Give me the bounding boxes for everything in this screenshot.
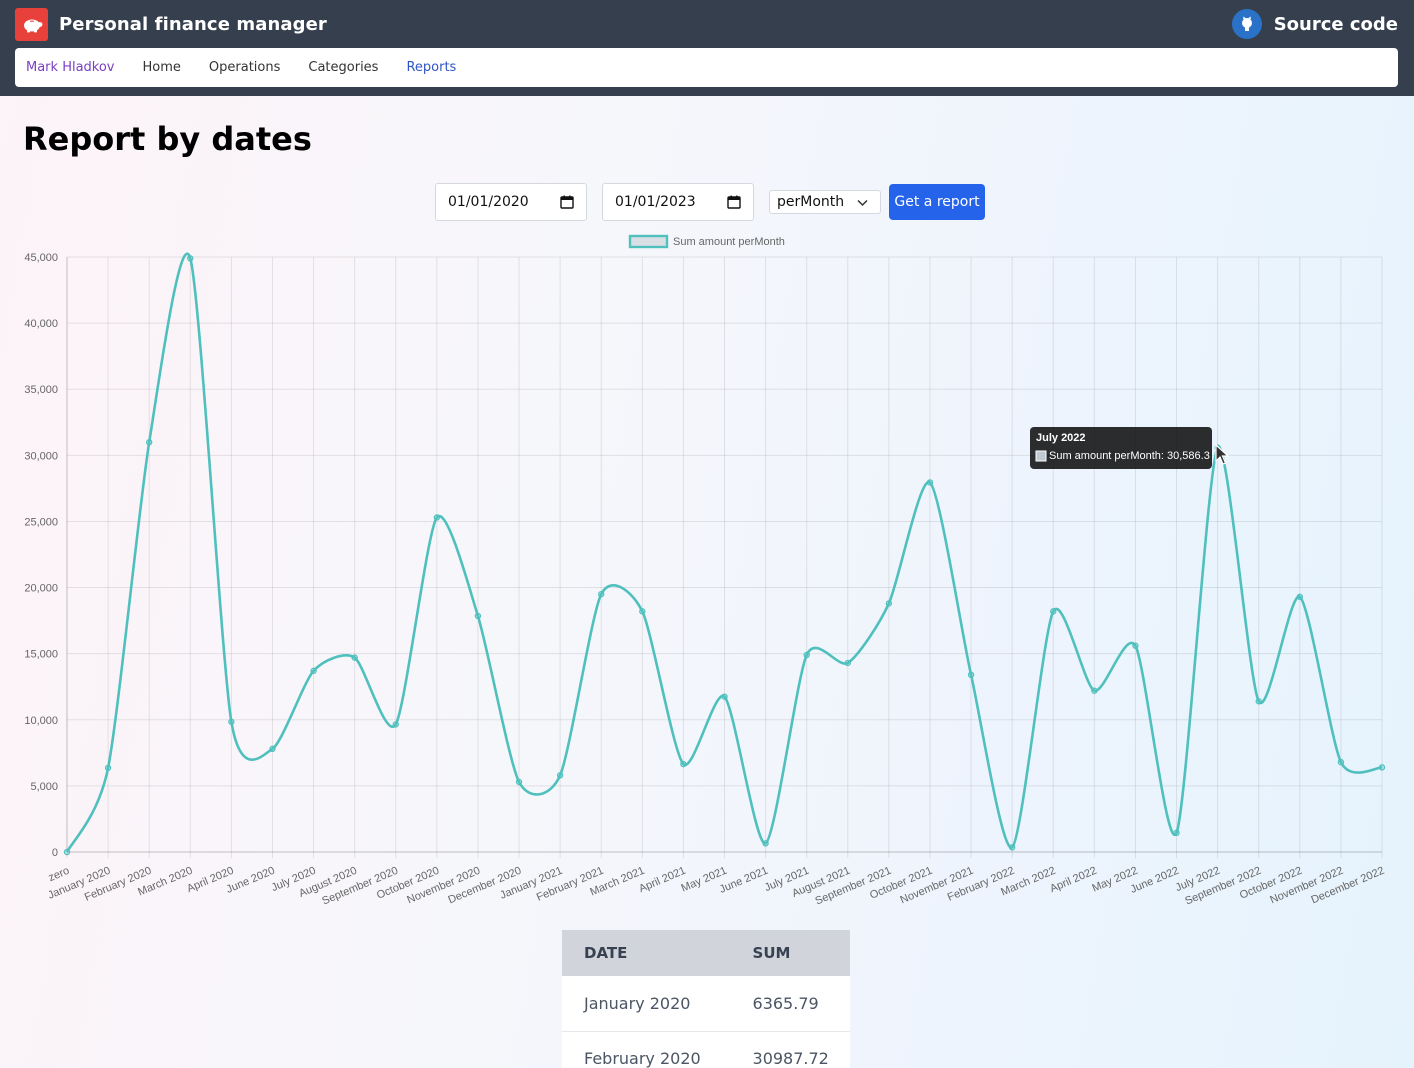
data-point [1255, 698, 1262, 705]
github-icon [1231, 9, 1262, 39]
data-point [392, 721, 399, 728]
data-point [1008, 844, 1016, 851]
y-tick-label: 0 [52, 847, 58, 859]
column-header-sum: SUM [730, 930, 850, 976]
source-code-link[interactable]: Source code [1231, 9, 1398, 39]
legend-swatch [628, 234, 669, 249]
data-point [1132, 642, 1139, 649]
y-tick-label: 35,000 [24, 384, 58, 396]
column-header-date: DATE [562, 930, 731, 976]
nav-user[interactable]: Mark Hladkov [26, 60, 115, 75]
data-point [803, 651, 810, 659]
y-tick-label: 20,000 [24, 583, 58, 595]
report-chart: 0 5,000 10,000 15,000 20,000 25,000 30,000 35,0… [0, 230, 1414, 910]
piggy-bank-icon [15, 8, 48, 41]
data-point [474, 612, 482, 620]
y-tick-label: 40,000 [24, 318, 58, 330]
calendar-icon[interactable] [560, 195, 574, 209]
data-point [926, 479, 934, 486]
nav-reports[interactable]: Reports [406, 60, 456, 75]
data-point [310, 667, 317, 675]
x-tick-label: April 2021 [637, 865, 687, 895]
y-tick-label: 10,000 [24, 715, 58, 727]
data-point [63, 848, 71, 856]
data-point [1173, 829, 1180, 837]
data-point [598, 590, 605, 598]
report-controls: 01/01/2020 01/01/2023 perMonth Get a rep… [0, 183, 1414, 221]
nav-categories[interactable]: Categories [308, 60, 378, 75]
x-tick-label: April 2022 [1048, 865, 1098, 895]
y-tick-label: 25,000 [24, 516, 58, 528]
data-point [1378, 764, 1386, 771]
data-point [639, 608, 646, 615]
data-point [885, 600, 893, 607]
line-chart-svg: 0 5,000 10,000 15,000 20,000 25,000 30,000 35,0… [24, 234, 1386, 908]
y-tick-label: 45,000 [24, 252, 58, 264]
data-point [1050, 608, 1057, 615]
data-point [1337, 758, 1345, 766]
data-point [433, 514, 441, 521]
chevron-down-icon [857, 199, 868, 207]
calendar-icon[interactable] [727, 195, 741, 209]
data-point [351, 654, 358, 661]
y-tick-label: 5,000 [30, 781, 58, 793]
page-title: Report by dates [23, 120, 312, 158]
table-cell-sum: 30987.72 [730, 1031, 850, 1068]
report-table: DATE SUM January 2020 6365.79 February 2… [562, 930, 850, 1068]
start-date-input[interactable]: 01/01/2020 [435, 183, 587, 221]
end-date-input[interactable]: 01/01/2023 [602, 183, 754, 221]
period-select-value: perMonth [777, 194, 845, 210]
data-point [967, 671, 975, 679]
table-cell-date: January 2020 [562, 976, 731, 1032]
nav-home[interactable]: Home [143, 60, 181, 75]
data-point [515, 778, 523, 786]
data-point [228, 718, 235, 725]
data-point [269, 745, 276, 753]
chart-tooltip: July 2022 Sum amount perMonth: 30,586.3 [1030, 427, 1212, 469]
start-date-value: 01/01/2020 [448, 194, 529, 210]
table-header-row: DATE SUM [562, 930, 850, 976]
data-point [104, 764, 112, 772]
y-tick-label: 30,000 [24, 450, 58, 462]
data-point [1296, 593, 1304, 601]
period-select[interactable]: perMonth [769, 190, 881, 214]
nav-bar: Mark Hladkov Home Operations Categories … [15, 48, 1398, 87]
data-point [556, 772, 564, 779]
table-row: January 2020 6365.79 [562, 976, 850, 1032]
app-title: Personal finance manager [59, 14, 327, 35]
data-point [680, 760, 687, 768]
data-point [145, 439, 153, 446]
data-point [762, 840, 769, 847]
tooltip-label: Sum amount perMonth: 30,586.3 [1049, 450, 1210, 462]
legend-label: Sum amount perMonth [673, 236, 785, 248]
data-point [1091, 687, 1098, 694]
table-cell-date: February 2020 [562, 1031, 731, 1068]
data-point [187, 255, 194, 262]
source-code-label: Source code [1273, 13, 1398, 35]
data-point [844, 659, 851, 667]
top-header: Personal finance manager Source code Mar… [0, 0, 1414, 96]
brand[interactable]: Personal finance manager [15, 8, 327, 41]
mouse-cursor-icon [1215, 444, 1230, 465]
get-report-button[interactable]: Get a report [889, 184, 985, 220]
table-cell-sum: 6365.79 [730, 976, 850, 1032]
tooltip-title: July 2022 [1036, 432, 1086, 444]
data-point [721, 693, 728, 700]
end-date-value: 01/01/2023 [615, 194, 696, 210]
tooltip-swatch [1035, 450, 1047, 462]
y-tick-label: 15,000 [24, 649, 58, 661]
table-row: February 2020 30987.72 [562, 1031, 850, 1068]
nav-operations[interactable]: Operations [209, 60, 280, 75]
